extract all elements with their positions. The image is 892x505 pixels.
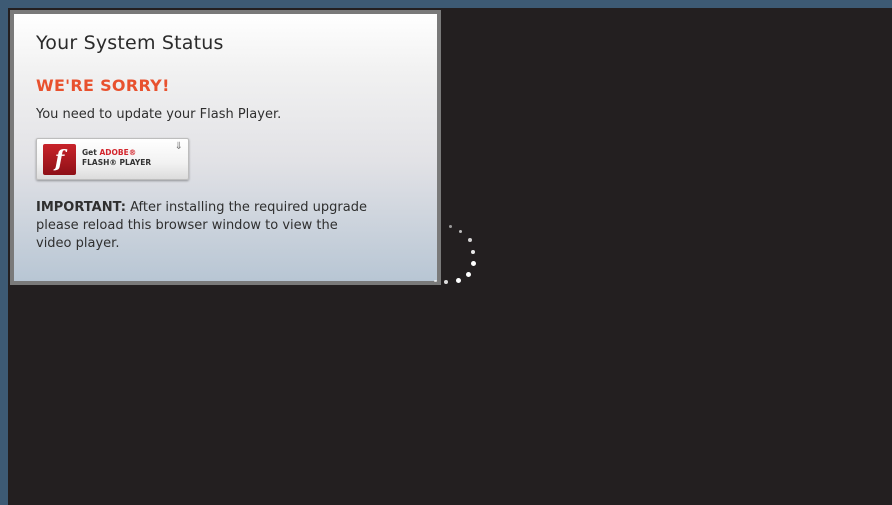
spinner-dot [444, 280, 448, 284]
spinner-dot [449, 225, 452, 228]
system-status-box: Your System Status WE'RE SORRY! You need… [10, 10, 441, 285]
status-title: Your System Status [36, 32, 224, 54]
spinner-dot [471, 261, 476, 266]
adobe-label: ADOBE® [99, 148, 137, 157]
sorry-heading: WE'RE SORRY! [36, 76, 170, 95]
flash-logo-icon: f [43, 144, 76, 175]
spinner-dot [434, 280, 437, 282]
spinner-dot [466, 272, 471, 277]
download-arrow-icon: ⇓ [174, 141, 183, 152]
get-flash-player-button[interactable]: f Get ADOBE® FLASH® PLAYER ⇓ [36, 138, 189, 180]
get-label: Get [82, 148, 97, 157]
spinner-dot [468, 238, 472, 242]
flash-button-label: Get ADOBE® FLASH® PLAYER [82, 148, 151, 168]
spinner-dot [459, 230, 462, 233]
loading-spinner-icon [430, 221, 490, 296]
important-note: IMPORTANT: After installing the required… [36, 199, 376, 253]
important-label: IMPORTANT: [36, 200, 126, 215]
spinner-dot [456, 278, 461, 283]
update-message: You need to update your Flash Player. [36, 107, 282, 122]
flash-player-label: FLASH® PLAYER [82, 158, 152, 167]
spinner-dot [471, 250, 475, 254]
